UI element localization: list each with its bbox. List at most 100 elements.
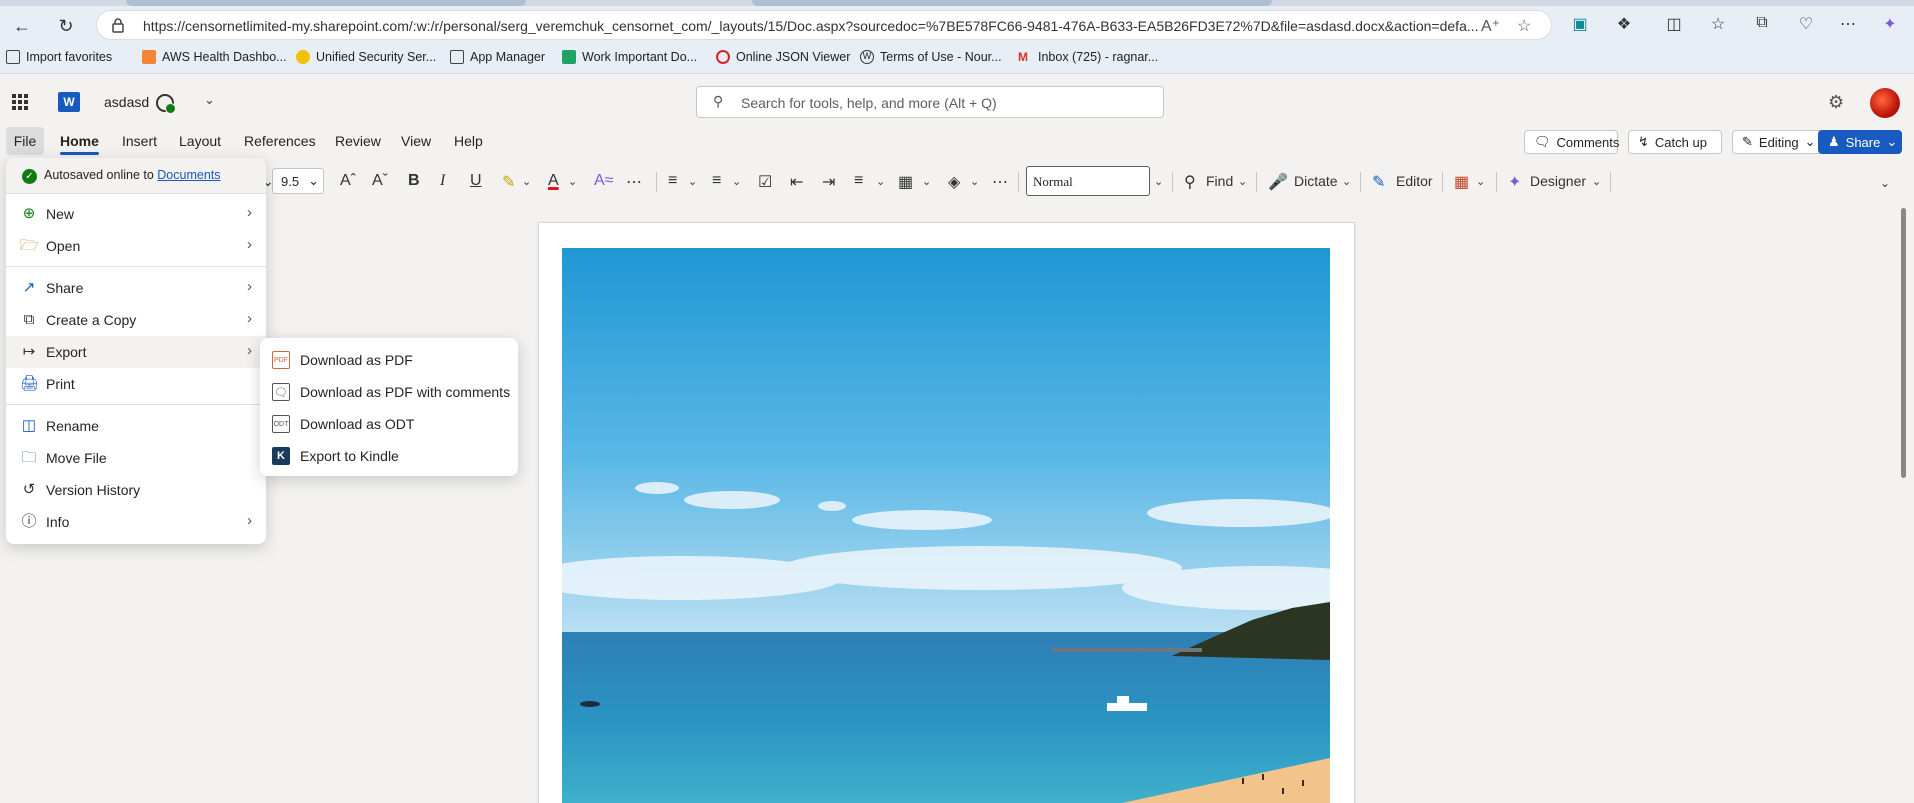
dictate-button[interactable]: Dictate	[1294, 173, 1338, 189]
style-box[interactable]: Normal	[1026, 166, 1150, 196]
favorite-star-icon[interactable]: ☆	[1517, 16, 1531, 36]
ribbon-expand-icon[interactable]: ⌄	[1880, 176, 1890, 190]
editing-mode-button[interactable]: ✎ Editing ⌄	[1732, 130, 1822, 154]
find-button[interactable]: Find	[1206, 173, 1233, 189]
chevron-down-icon[interactable]: ⌄	[922, 175, 931, 188]
menu-item-export[interactable]: ↦ Export ›	[6, 336, 266, 368]
more-icon[interactable]: ⋯	[1838, 14, 1858, 33]
styles-pane-icon[interactable]: A≈	[594, 172, 613, 190]
tab-references[interactable]: References	[244, 133, 316, 149]
checklist-icon[interactable]: ☑	[758, 172, 772, 192]
favorite-security[interactable]: Unified Security Ser...	[296, 50, 436, 64]
submenu-item-export-kindle[interactable]: K Export to Kindle	[260, 439, 518, 471]
menu-item-new[interactable]: ⊕ New ›	[6, 198, 266, 230]
designer-icon[interactable]: ✦	[1508, 172, 1521, 192]
increase-indent-icon[interactable]: ⇥	[822, 172, 835, 192]
menu-item-rename[interactable]: ◫ Rename	[6, 410, 266, 442]
copilot-icon[interactable]: ✦	[1880, 14, 1900, 33]
font-color-icon[interactable]: A	[548, 172, 559, 190]
favorite-work-docs[interactable]: Work Important Do...	[562, 50, 697, 64]
chevron-down-icon[interactable]: ⌄	[970, 175, 979, 188]
favorite-aws[interactable]: AWS Health Dashbo...	[142, 50, 287, 64]
read-aloud-icon[interactable]: A⁺	[1481, 16, 1500, 36]
tab-help[interactable]: Help	[454, 133, 483, 149]
extension-icon[interactable]: ▣	[1570, 14, 1590, 33]
menu-item-info[interactable]: ⓘ Info ›	[6, 506, 266, 538]
document-image[interactable]	[562, 248, 1330, 803]
scroll-thumb[interactable]	[1901, 208, 1906, 478]
tab-view[interactable]: View	[401, 133, 431, 149]
designer-button[interactable]: Designer	[1530, 173, 1586, 189]
align-icon[interactable]: ≡	[854, 172, 863, 190]
app-launcher-icon[interactable]	[12, 94, 28, 110]
documents-link[interactable]: Documents	[157, 168, 220, 182]
decrease-indent-icon[interactable]: ⇤	[790, 172, 803, 192]
tab-file[interactable]: File	[6, 127, 44, 155]
favorite-import[interactable]: Import favorites	[6, 50, 112, 64]
shrink-font-icon[interactable]: Aˇ	[372, 172, 388, 190]
chevron-down-icon[interactable]: ⌄	[876, 175, 885, 188]
split-screen-icon[interactable]: ◫	[1664, 14, 1684, 33]
find-icon[interactable]: ⚲	[1184, 172, 1196, 192]
favorite-json-viewer[interactable]: Online JSON Viewer	[716, 50, 850, 64]
borders-icon[interactable]: ▦	[898, 172, 913, 192]
menu-item-create-copy[interactable]: ⧉ Create a Copy ›	[6, 304, 266, 336]
menu-item-print[interactable]: 🖨 Print	[6, 368, 266, 400]
collections-icon[interactable]: ⧉	[1752, 14, 1772, 32]
underline-icon[interactable]: U	[470, 172, 482, 190]
word-logo-icon[interactable]: W	[58, 92, 80, 112]
search-box[interactable]: ⚲ Search for tools, help, and more (Alt …	[696, 86, 1164, 118]
add-ins-icon[interactable]: ▦	[1454, 172, 1469, 192]
chevron-down-icon[interactable]: ⌄	[1238, 175, 1247, 188]
editor-icon[interactable]: ✎	[1372, 172, 1385, 192]
back-icon[interactable]: ←	[8, 14, 36, 38]
favorites-icon[interactable]: ☆	[1708, 14, 1728, 33]
shading-icon[interactable]: ◈	[948, 172, 960, 192]
tab-layout[interactable]: Layout	[179, 133, 221, 149]
comments-button[interactable]: 🗨 Comments	[1524, 130, 1619, 154]
settings-gear-icon[interactable]: ⚙	[1828, 92, 1844, 113]
more-paragraph-options-icon[interactable]: ⋯	[992, 172, 1008, 192]
refresh-icon[interactable]: ↻	[52, 14, 80, 38]
submenu-item-download-pdf[interactable]: PDF Download as PDF	[260, 343, 518, 375]
chevron-down-icon[interactable]: ⌄	[1154, 175, 1163, 188]
highlight-icon[interactable]: ✎	[502, 172, 515, 192]
menu-item-share[interactable]: ↗ Share ›	[6, 272, 266, 304]
menu-item-version-history[interactable]: ↺ Version History	[6, 474, 266, 506]
chevron-down-icon[interactable]: ⌄	[568, 175, 577, 188]
vertical-scrollbar[interactable]	[1900, 204, 1908, 803]
menu-item-open[interactable]: 🗁 Open ›	[6, 230, 266, 262]
submenu-item-download-odt[interactable]: ODT Download as ODT	[260, 407, 518, 439]
chevron-down-icon[interactable]: ⌄	[204, 92, 215, 108]
tab-review[interactable]: Review	[335, 133, 381, 149]
tab-home[interactable]: Home	[60, 133, 99, 155]
chevron-down-icon[interactable]: ⌄	[1342, 175, 1351, 188]
italic-icon[interactable]: I	[440, 172, 445, 190]
catch-up-button[interactable]: ↯ Catch up	[1628, 130, 1722, 154]
bullets-icon[interactable]: ≡	[668, 172, 677, 190]
grow-font-icon[interactable]: Aˆ	[340, 172, 356, 190]
chevron-down-icon[interactable]: ⌄	[1592, 175, 1601, 188]
menu-item-move-file[interactable]: 🗀 Move File	[6, 442, 266, 474]
browser-essentials-icon[interactable]: ♡	[1796, 14, 1816, 33]
puzzle-icon[interactable]: ❖	[1614, 14, 1634, 33]
tab-insert[interactable]: Insert	[122, 133, 157, 149]
microphone-icon[interactable]: 🎤	[1268, 172, 1288, 192]
favorite-inbox[interactable]: M Inbox (725) - ragnar...	[1018, 50, 1158, 64]
numbering-icon[interactable]: ≡	[712, 172, 721, 190]
chevron-down-icon[interactable]: ⌄	[522, 175, 531, 188]
chevron-down-icon[interactable]: ⌄	[1476, 175, 1485, 188]
avatar[interactable]	[1870, 88, 1900, 118]
sync-status-icon[interactable]	[156, 94, 176, 114]
url-text[interactable]: https://censornetlimited-my.sharepoint.c…	[143, 18, 1483, 34]
editor-button[interactable]: Editor	[1396, 173, 1433, 189]
chevron-down-icon[interactable]: ⌄	[688, 175, 697, 188]
more-font-options-icon[interactable]: ⋯	[626, 172, 642, 192]
address-bar[interactable]: https://censornetlimited-my.sharepoint.c…	[96, 10, 1552, 40]
favorite-terms[interactable]: W Terms of Use - Nour...	[860, 50, 1002, 64]
share-button[interactable]: ♟ Share ⌄	[1818, 130, 1902, 154]
favorite-app-manager[interactable]: App Manager	[450, 50, 545, 64]
submenu-item-download-pdf-comments[interactable]: 🗨 Download as PDF with comments	[260, 375, 518, 407]
chevron-down-icon[interactable]: ⌄	[732, 175, 741, 188]
document-name[interactable]: asdasd	[104, 94, 149, 110]
